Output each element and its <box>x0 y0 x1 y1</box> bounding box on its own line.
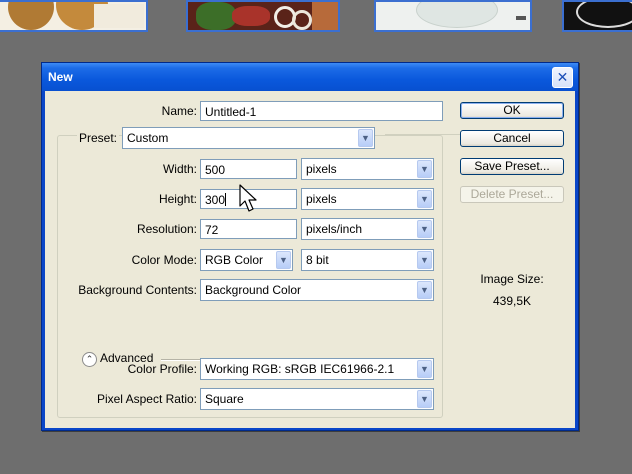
thumbnail-bread[interactable] <box>0 0 148 32</box>
chevron-down-icon[interactable]: ▼ <box>276 251 291 269</box>
height-label: Height: <box>158 192 197 206</box>
new-document-dialog: New ✕ Name: Untitled-1 Preset: Custom ▼ … <box>41 62 579 431</box>
resolution-unit-select[interactable]: pixels/inch ▼ <box>301 218 434 240</box>
delete-preset-button: Delete Preset... <box>460 186 564 203</box>
height-unit-value: pixels <box>306 192 337 206</box>
chevron-down-icon[interactable]: ▼ <box>417 251 432 269</box>
chevron-down-icon[interactable]: ▼ <box>417 190 432 208</box>
pixel-aspect-ratio-value: Square <box>205 392 244 406</box>
image-size-label: Image Size: <box>480 272 544 286</box>
thumbnail-plate[interactable] <box>374 0 532 32</box>
close-icon[interactable]: ✕ <box>552 67 573 88</box>
preset-select[interactable]: Custom ▼ <box>122 127 375 149</box>
text-caret <box>225 193 227 206</box>
color-mode-select[interactable]: RGB Color ▼ <box>200 249 293 271</box>
color-mode-value: RGB Color <box>205 253 264 267</box>
collapse-chevrons-icon[interactable]: ⌃ <box>82 352 97 367</box>
thumbnail-meat-onions[interactable] <box>186 0 340 32</box>
cancel-button[interactable]: Cancel <box>460 130 564 147</box>
background-contents-select[interactable]: Background Color ▼ <box>200 279 434 301</box>
thumbnail-dark[interactable] <box>562 0 632 32</box>
width-label: Width: <box>162 162 197 176</box>
name-field[interactable]: Untitled-1 <box>200 101 443 121</box>
chevron-down-icon[interactable]: ▼ <box>417 220 432 238</box>
width-unit-value: pixels <box>306 162 337 176</box>
chevron-down-icon[interactable]: ▼ <box>358 129 373 147</box>
image-size-value: 439,5K <box>492 294 532 308</box>
resolution-unit-value: pixels/inch <box>306 222 363 236</box>
width-field[interactable]: 500 <box>200 159 297 179</box>
name-label: Name: <box>161 104 197 118</box>
save-preset-button[interactable]: Save Preset... <box>460 158 564 175</box>
color-mode-label: Color Mode: <box>131 253 197 267</box>
resolution-field[interactable]: 72 <box>200 219 297 239</box>
width-unit-select[interactable]: pixels ▼ <box>301 158 434 180</box>
dialog-title: New <box>48 70 73 84</box>
color-profile-label: Color Profile: <box>127 362 197 376</box>
chevron-down-icon[interactable]: ▼ <box>417 390 432 408</box>
chevron-down-icon[interactable]: ▼ <box>417 160 432 178</box>
color-profile-value: Working RGB: sRGB IEC61966-2.1 <box>205 362 395 376</box>
preset-value: Custom <box>127 131 169 145</box>
title-bar[interactable]: New ✕ <box>42 63 578 91</box>
pixel-aspect-ratio-select[interactable]: Square ▼ <box>200 388 434 410</box>
pixel-aspect-ratio-label: Pixel Aspect Ratio: <box>96 392 197 406</box>
background-contents-value: Background Color <box>205 283 302 297</box>
chevron-down-icon[interactable]: ▼ <box>417 281 432 299</box>
preset-label: Preset: <box>77 131 120 145</box>
chevron-down-icon[interactable]: ▼ <box>417 360 432 378</box>
bit-depth-select[interactable]: 8 bit ▼ <box>301 249 434 271</box>
mouse-pointer-icon <box>239 184 257 212</box>
dialog-body: Name: Untitled-1 Preset: Custom ▼ Width:… <box>45 91 575 428</box>
ok-button[interactable]: OK <box>460 102 564 119</box>
background-contents-label: Background Contents: <box>78 283 197 297</box>
height-unit-select[interactable]: pixels ▼ <box>301 188 434 210</box>
color-profile-select[interactable]: Working RGB: sRGB IEC61966-2.1 ▼ <box>200 358 434 380</box>
resolution-label: Resolution: <box>136 222 197 236</box>
bit-depth-value: 8 bit <box>306 253 329 267</box>
height-value: 300 <box>205 193 226 207</box>
